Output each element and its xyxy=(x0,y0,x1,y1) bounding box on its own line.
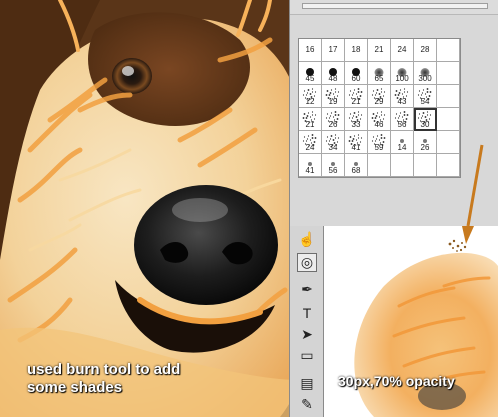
brush-preset[interactable]: 65 xyxy=(368,62,391,85)
brush-preset-empty xyxy=(437,108,460,131)
brush-size-label: 12 xyxy=(305,97,315,106)
brush-size-label: 65 xyxy=(374,74,384,83)
brush-preset[interactable]: 48 xyxy=(322,62,345,85)
brush-size-label: 26 xyxy=(420,143,430,152)
tutorial-screenshot: used burn tool to add some shades 16 17 18… xyxy=(0,0,498,417)
path-selection-tool-icon[interactable]: ➤ xyxy=(297,325,317,344)
toolbox: ☝ ◎ ✒ T ➤ ▭ ▤ ✎ xyxy=(289,226,324,417)
brush-preset[interactable]: 46 xyxy=(368,108,391,131)
brush-preset[interactable]: 41 xyxy=(299,154,322,177)
brush-size-label: 28 xyxy=(420,45,430,54)
brush-preset[interactable]: 300 xyxy=(414,62,437,85)
brush-size-label: 59 xyxy=(374,143,384,152)
caption-brush-settings: 30px,70% opacity xyxy=(338,373,455,389)
brush-size-label: 68 xyxy=(351,166,361,175)
brush-preset[interactable]: 21 xyxy=(299,108,322,131)
brush-size-label: 21 xyxy=(351,97,361,106)
brush-size-label: 46 xyxy=(374,120,384,129)
brush-preset[interactable]: 30 xyxy=(414,108,437,131)
brush-preset[interactable]: 24 xyxy=(299,131,322,154)
type-tool-icon[interactable]: T xyxy=(297,303,317,322)
brush-size-label: 29 xyxy=(374,97,384,106)
brush-size-label: 33 xyxy=(351,120,361,129)
brush-preset-empty xyxy=(437,154,460,177)
brush-preset-empty xyxy=(437,131,460,154)
dog-eye xyxy=(112,58,152,94)
brush-size-label: 54 xyxy=(420,97,430,106)
brush-size-label: 16 xyxy=(305,45,315,54)
brush-size-label: 41 xyxy=(351,143,361,152)
brush-preset-grid: 16 17 18 21 24 28 45 48 60 65 100 300 12 19 21 29 43 54 21… xyxy=(298,38,461,178)
brush-size-label: 48 xyxy=(328,74,338,83)
brush-preset-empty xyxy=(391,154,414,177)
brush-preset[interactable]: 59 xyxy=(368,131,391,154)
brush-size-label: 45 xyxy=(305,74,315,83)
brush-size-label: 300 xyxy=(418,74,432,83)
brush-preset[interactable]: 16 xyxy=(299,39,322,62)
brush-size-label: 17 xyxy=(328,45,338,54)
brush-size-label: 100 xyxy=(395,74,409,83)
brush-preset[interactable]: 45 xyxy=(299,62,322,85)
brush-preset[interactable]: 68 xyxy=(345,154,368,177)
brush-size-label: 18 xyxy=(351,45,361,54)
brush-size-label: 19 xyxy=(328,97,338,106)
brush-preset[interactable]: 54 xyxy=(414,85,437,108)
brush-preset[interactable]: 17 xyxy=(322,39,345,62)
caption-burn-tool: used burn tool to add some shades xyxy=(27,361,257,397)
brush-preset-empty xyxy=(437,39,460,62)
brush-preset[interactable]: 19 xyxy=(322,85,345,108)
brush-size-label: 56 xyxy=(397,120,407,129)
brush-size-label: 30 xyxy=(420,120,430,129)
brush-preset[interactable]: 100 xyxy=(391,62,414,85)
brush-size-label: 56 xyxy=(328,166,338,175)
brush-preset[interactable]: 26 xyxy=(414,131,437,154)
caption-line-1: used burn tool to add xyxy=(27,361,181,378)
brush-size-label: 24 xyxy=(397,45,407,54)
brush-preset[interactable]: 14 xyxy=(391,131,414,154)
brush-size-label: 21 xyxy=(305,120,315,129)
brush-panel-topbar xyxy=(290,0,498,15)
brush-preset[interactable]: 29 xyxy=(368,85,391,108)
brush-preset-empty xyxy=(437,62,460,85)
brush-preset[interactable]: 43 xyxy=(391,85,414,108)
brush-size-label: 34 xyxy=(328,143,338,152)
brush-preset[interactable]: 28 xyxy=(414,39,437,62)
brush-preset-empty xyxy=(414,154,437,177)
brush-size-label: 41 xyxy=(305,166,315,175)
brush-preset[interactable]: 41 xyxy=(345,131,368,154)
brush-size-label: 24 xyxy=(305,143,315,152)
brush-preset-empty xyxy=(437,85,460,108)
brush-preset[interactable]: 56 xyxy=(322,154,345,177)
burn-tool-icon[interactable]: ◎ xyxy=(297,253,317,272)
brush-size-label: 14 xyxy=(397,143,407,152)
brush-preset[interactable]: 56 xyxy=(391,108,414,131)
brush-preset[interactable]: 33 xyxy=(345,108,368,131)
brush-preset[interactable]: 34 xyxy=(322,131,345,154)
brush-panel-field[interactable] xyxy=(302,3,488,9)
brush-preset[interactable]: 26 xyxy=(322,108,345,131)
finger-smudge-tool-icon[interactable]: ☝ xyxy=(297,230,317,249)
brush-preset[interactable]: 18 xyxy=(345,39,368,62)
brush-size-label: 43 xyxy=(397,97,407,106)
brush-preset-panel: 16 17 18 21 24 28 45 48 60 65 100 300 12 19 21 29 43 54 21… xyxy=(289,0,498,226)
eyedropper-tool-icon[interactable]: ✎ xyxy=(297,395,317,414)
brush-preset[interactable]: 12 xyxy=(299,85,322,108)
brush-size-label: 60 xyxy=(351,74,361,83)
brush-size-label: 26 xyxy=(328,120,338,129)
caption-line-2: some shades xyxy=(27,379,123,396)
brush-preset[interactable]: 21 xyxy=(345,85,368,108)
notes-tool-icon[interactable]: ▤ xyxy=(297,374,317,393)
brush-preset-empty xyxy=(368,154,391,177)
pen-tool-icon[interactable]: ✒ xyxy=(297,280,317,299)
brush-preset[interactable]: 60 xyxy=(345,62,368,85)
brush-preset[interactable]: 21 xyxy=(368,39,391,62)
brush-preset[interactable]: 24 xyxy=(391,39,414,62)
brush-size-label: 21 xyxy=(374,45,384,54)
rectangle-tool-icon[interactable]: ▭ xyxy=(297,346,317,365)
